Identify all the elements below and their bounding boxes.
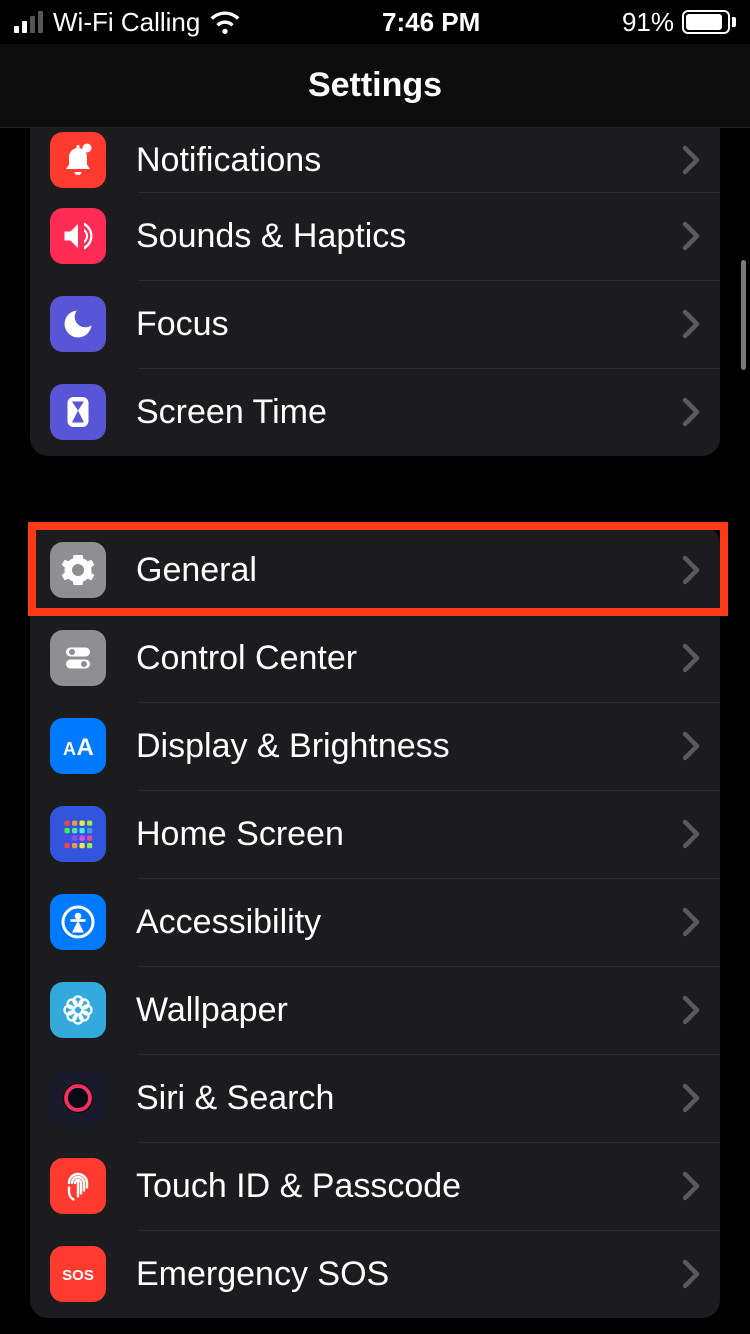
row-label: General: [106, 551, 682, 590]
settings-content[interactable]: Notifications Sounds & Haptics Focus Scr…: [0, 128, 750, 1318]
battery-percent-text: 91%: [622, 7, 674, 38]
carrier-text: Wi-Fi Calling: [53, 7, 200, 38]
status-bar-time: 7:46 PM: [382, 7, 480, 38]
chevron-right-icon: [682, 995, 700, 1025]
chevron-right-icon: [682, 819, 700, 849]
row-label: Touch ID & Passcode: [106, 1167, 682, 1206]
wifi-icon: [210, 10, 240, 34]
settings-row-accessibility[interactable]: Accessibility: [30, 878, 720, 966]
switches-icon: [50, 630, 106, 686]
row-label: Emergency SOS: [106, 1255, 682, 1294]
chevron-right-icon: [682, 907, 700, 937]
status-bar: Wi-Fi Calling 7:46 PM 91%: [0, 0, 750, 44]
svg-text:SOS: SOS: [62, 1267, 94, 1284]
chevron-right-icon: [682, 309, 700, 339]
settings-row-wallpaper[interactable]: Wallpaper: [30, 966, 720, 1054]
speaker-icon: [50, 208, 106, 264]
chevron-right-icon: [682, 221, 700, 251]
moon-icon: [50, 296, 106, 352]
nav-header: Settings: [0, 44, 750, 128]
row-label: Notifications: [106, 141, 682, 180]
chevron-right-icon: [682, 1259, 700, 1289]
chevron-right-icon: [682, 731, 700, 761]
siri-icon: [50, 1070, 106, 1126]
row-label: Focus: [106, 305, 682, 344]
row-label: Display & Brightness: [106, 727, 682, 766]
hourglass-icon: [50, 384, 106, 440]
settings-row-notifications[interactable]: Notifications: [30, 128, 720, 192]
page-title: Settings: [308, 66, 442, 105]
bell-icon: [50, 132, 106, 188]
row-label: Wallpaper: [106, 991, 682, 1030]
group-general: General Control Center AA Display & Brig…: [30, 526, 720, 1318]
row-label: Screen Time: [106, 393, 682, 432]
chevron-right-icon: [682, 397, 700, 427]
person-circle-icon: [50, 894, 106, 950]
row-label: Accessibility: [106, 903, 682, 942]
gear-icon: [50, 542, 106, 598]
flower-icon: [50, 982, 106, 1038]
chevron-right-icon: [682, 1171, 700, 1201]
svg-text:A: A: [77, 734, 94, 761]
chevron-right-icon: [682, 643, 700, 673]
row-label: Home Screen: [106, 815, 682, 854]
svg-text:A: A: [63, 739, 76, 759]
grid-icon: [50, 806, 106, 862]
cellular-signal-icon: [14, 11, 43, 33]
row-label: Sounds & Haptics: [106, 217, 682, 256]
settings-row-screen-time[interactable]: Screen Time: [30, 368, 720, 456]
settings-row-home-screen[interactable]: Home Screen: [30, 790, 720, 878]
row-label: Control Center: [106, 639, 682, 678]
status-bar-right: 91%: [622, 7, 736, 38]
fingerprint-icon: [50, 1158, 106, 1214]
status-bar-left: Wi-Fi Calling: [14, 7, 240, 38]
settings-row-control-center[interactable]: Control Center: [30, 614, 720, 702]
chevron-right-icon: [682, 555, 700, 585]
aa-icon: AA: [50, 718, 106, 774]
settings-row-focus[interactable]: Focus: [30, 280, 720, 368]
battery-icon: [682, 10, 736, 34]
settings-row-siri-search[interactable]: Siri & Search: [30, 1054, 720, 1142]
settings-row-emergency-sos[interactable]: SOS Emergency SOS: [30, 1230, 720, 1318]
chevron-right-icon: [682, 145, 700, 175]
sos-icon: SOS: [50, 1246, 106, 1302]
settings-row-touch-id-passcode[interactable]: Touch ID & Passcode: [30, 1142, 720, 1230]
settings-row-general[interactable]: General: [30, 526, 720, 614]
chevron-right-icon: [682, 1083, 700, 1113]
group-notifications: Notifications Sounds & Haptics Focus Scr…: [30, 128, 720, 456]
scroll-indicator: [741, 260, 746, 370]
row-label: Siri & Search: [106, 1079, 682, 1118]
settings-row-sounds-haptics[interactable]: Sounds & Haptics: [30, 192, 720, 280]
settings-row-display-brightness[interactable]: AA Display & Brightness: [30, 702, 720, 790]
